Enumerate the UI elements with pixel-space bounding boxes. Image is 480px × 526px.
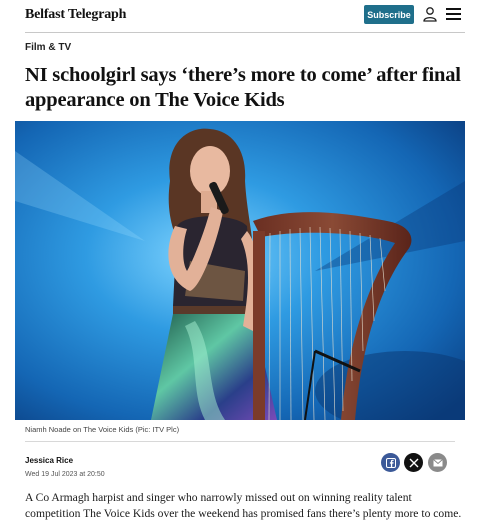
x-icon (409, 458, 418, 467)
user-icon[interactable] (422, 6, 438, 22)
hero-image[interactable] (15, 121, 465, 420)
header-divider (25, 32, 465, 33)
article-headline: NI schoolgirl says ‘there’s more to come… (25, 64, 461, 111)
image-caption: Niamh Noade on The Voice Kids (Pic: ITV … (25, 425, 180, 434)
author-name[interactable]: Jessica Rice (25, 456, 73, 465)
email-share-button[interactable] (428, 453, 447, 472)
hamburger-menu-icon[interactable] (446, 7, 461, 21)
article-standfirst: A Co Armagh harpist and singer who narro… (25, 491, 462, 520)
section-label[interactable]: Film & TV (25, 42, 71, 53)
subscribe-button[interactable]: Subscribe (364, 5, 414, 24)
facebook-icon (385, 457, 396, 468)
publish-date: Wed 19 Jul 2023 at 20:50 (25, 471, 105, 478)
email-icon (432, 458, 443, 466)
x-share-button[interactable] (404, 453, 423, 472)
facebook-share-button[interactable] (381, 453, 400, 472)
site-logo[interactable]: Belfast Telegraph (25, 7, 126, 23)
caption-divider (25, 441, 455, 442)
site-header: Belfast Telegraph Subscribe (0, 0, 480, 32)
